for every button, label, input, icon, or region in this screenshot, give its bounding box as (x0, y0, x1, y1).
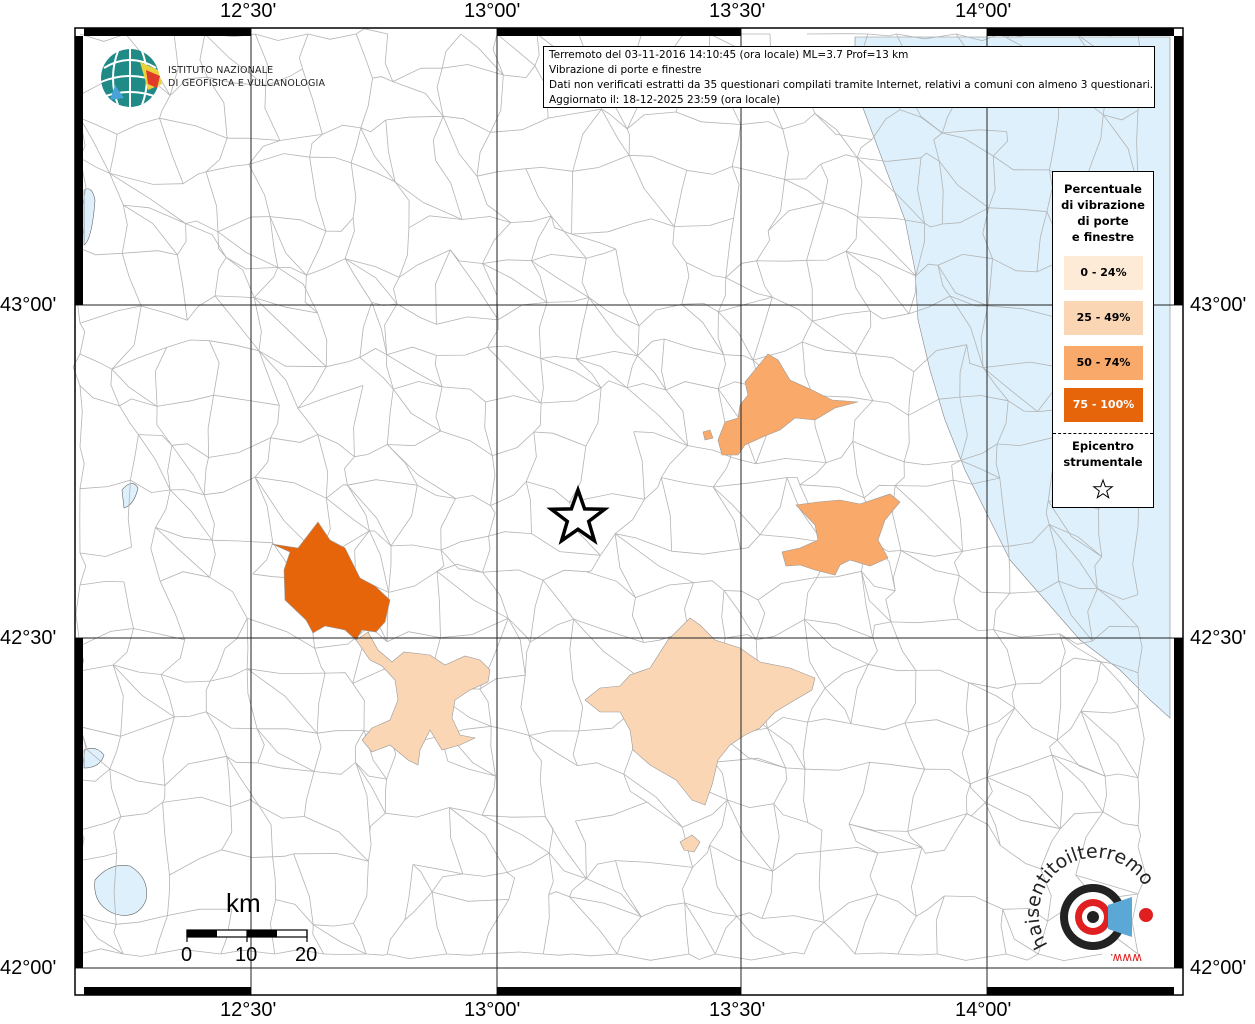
lat-label-left-1: 43°00' (0, 294, 57, 316)
lat-label-left-3: 42°00' (0, 957, 57, 979)
legend-epicenter-line: strumentale (1063, 455, 1143, 469)
legend-class-50-74: 50 - 74% (1064, 346, 1143, 380)
lat-label-left-2: 42°30' (0, 627, 57, 649)
lat-label-right-2: 42°30' (1190, 627, 1247, 649)
lon-label-bottom-3: 13°30' (709, 999, 766, 1021)
info-line-updated: Aggiornato il: 18-12-2025 23:59 (ora loc… (549, 94, 781, 106)
lon-label-top-2: 13°00' (464, 0, 521, 22)
map-canvas: haisentitoilterremoto.it www. (0, 0, 1184, 996)
legend: Percentuale di vibrazione di porte e fin… (1052, 171, 1154, 508)
legend-star-icon (1092, 478, 1114, 499)
legend-title-line: e finestre (1071, 230, 1135, 244)
scale-tick-0: 0 (181, 944, 193, 966)
scale-unit: km (226, 888, 261, 918)
hst-logo-url: www. (1110, 951, 1142, 965)
legend-separator (1053, 433, 1153, 434)
legend-title: Percentuale di vibrazione di porte e fin… (1053, 181, 1153, 245)
info-line-source: Dati non verificati estratti da 35 quest… (549, 79, 1154, 91)
lon-label-top-1: 12°30' (220, 0, 277, 22)
lon-label-bottom-1: 12°30' (220, 999, 277, 1021)
info-box: Terremoto del 03-11-2016 14:10:45 (ora l… (543, 46, 1155, 108)
lon-label-top-3: 13°30' (709, 0, 766, 22)
scale-tick-10: 10 (235, 944, 258, 966)
scale-tick-20: 20 (295, 944, 318, 966)
legend-title-line: di porte (1077, 214, 1129, 228)
legend-class-25-49: 25 - 49% (1064, 301, 1143, 335)
lon-label-bottom-4: 14°00' (955, 999, 1012, 1021)
info-line-event: Terremoto del 03-11-2016 14:10:45 (ora l… (549, 49, 909, 61)
lon-label-bottom-2: 13°00' (464, 999, 521, 1021)
boundary-line (323, 953, 367, 955)
legend-epicenter-line: Epicentro (1072, 439, 1134, 453)
lat-label-right-1: 43°00' (1190, 294, 1247, 316)
ingv-logo-line1: ISTITUTO NAZIONALE (168, 65, 274, 76)
legend-title-line: Percentuale (1064, 182, 1142, 196)
legend-class-0-24: 0 - 24% (1064, 256, 1143, 290)
legend-epicenter-label: Epicentro strumentale (1053, 438, 1153, 470)
ingv-logo-line2: DI GEOFISICA E VULCANOLOGIA (168, 78, 326, 89)
info-line-type: Vibrazione di porte e finestre (549, 64, 702, 76)
legend-class-75-100: 75 - 100% (1064, 388, 1143, 422)
legend-title-line: di vibrazione (1061, 198, 1145, 212)
lat-label-right-3: 42°00' (1190, 957, 1247, 979)
ingv-logo-text: ISTITUTO NAZIONALE DI GEOFISICA E VULCAN… (168, 64, 325, 90)
lon-label-top-4: 14°00' (955, 0, 1012, 22)
